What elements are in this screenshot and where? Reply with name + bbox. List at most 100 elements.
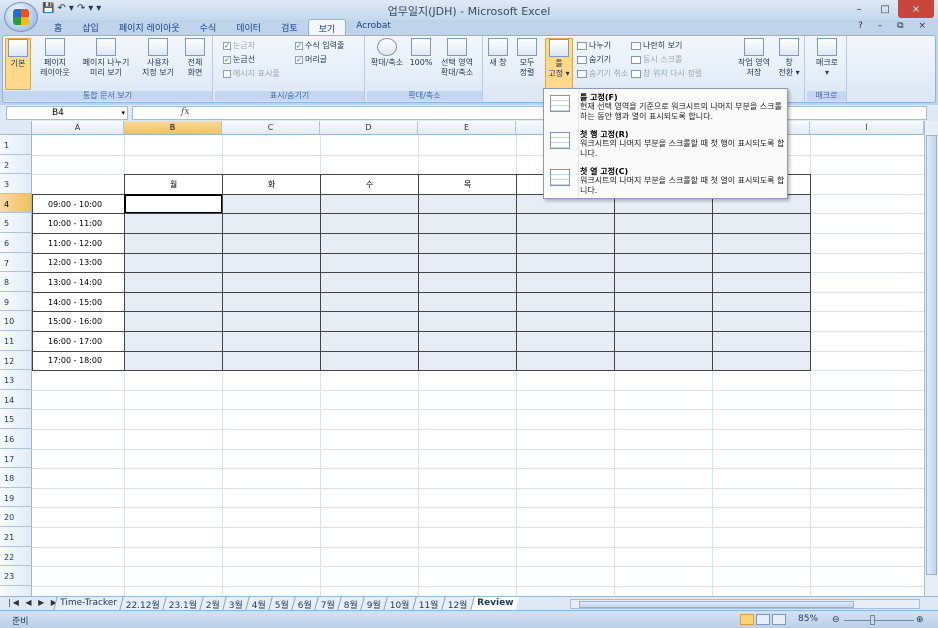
tab-page-layout[interactable]: 페이지 레이아웃 <box>109 19 190 35</box>
schedule-cell[interactable] <box>222 291 321 313</box>
row-header[interactable]: 3 <box>0 174 32 194</box>
schedule-cell[interactable] <box>418 252 517 274</box>
tab-review[interactable]: 검토 <box>271 19 308 35</box>
chevron-down-icon[interactable]: ▾ <box>121 107 125 119</box>
macros-button[interactable]: 매크로 ▾ <box>811 38 843 78</box>
schedule-cell[interactable] <box>712 233 811 254</box>
schedule-cell[interactable] <box>320 233 419 254</box>
schedule-cell[interactable] <box>124 350 223 372</box>
schedule-cell[interactable] <box>516 213 615 234</box>
schedule-cell[interactable] <box>516 252 615 274</box>
row-header[interactable]: 22 <box>0 546 32 567</box>
row-header[interactable]: 18 <box>0 468 32 488</box>
function-icon[interactable]: fx <box>181 107 189 117</box>
custom-views-button[interactable]: 사용자 지정 보기 <box>139 38 177 78</box>
normal-view-icon[interactable] <box>740 614 754 625</box>
tab-view[interactable]: 보기 <box>307 19 347 35</box>
schedule-cell[interactable] <box>516 291 615 313</box>
switch-windows-button[interactable]: 창 전환 ▾ <box>775 38 803 78</box>
zoom-button[interactable]: 확대/축소 <box>369 38 405 68</box>
row-header[interactable]: 8 <box>0 272 32 292</box>
time-slot-cell[interactable]: 14:00 - 15:00 <box>32 291 125 313</box>
row-header[interactable]: 13 <box>0 370 32 390</box>
row-header[interactable]: 2 <box>0 154 32 175</box>
schedule-cell[interactable] <box>614 233 713 254</box>
row-header[interactable]: 4 <box>0 193 32 214</box>
schedule-cell[interactable] <box>222 252 321 274</box>
schedule-cell[interactable] <box>418 311 517 332</box>
day-header-cell[interactable]: 목 <box>418 174 517 195</box>
page-break-preview-button[interactable]: 페이지 나누기 미리 보기 <box>77 38 135 78</box>
row-header[interactable]: 21 <box>0 527 32 547</box>
schedule-cell[interactable] <box>124 331 223 352</box>
time-slot-cell[interactable]: 13:00 - 14:00 <box>32 272 125 293</box>
schedule-cell[interactable] <box>222 193 321 215</box>
schedule-cell[interactable] <box>418 291 517 313</box>
page-layout-view-button[interactable]: 페이지 레이아웃 <box>37 38 73 78</box>
schedule-cell[interactable] <box>712 252 811 274</box>
schedule-cell[interactable] <box>124 252 223 274</box>
split-button[interactable]: 나누기 <box>577 40 611 51</box>
row-header[interactable]: 6 <box>0 233 32 253</box>
formula-bar-checkbox[interactable]: ✓ 수식 입력줄 <box>295 40 344 51</box>
full-screen-button[interactable]: 전체 화면 <box>181 38 209 78</box>
time-slot-cell[interactable]: 16:00 - 17:00 <box>32 331 125 352</box>
time-slot-cell[interactable]: 09:00 - 10:00 <box>32 193 125 215</box>
column-header[interactable]: A <box>32 121 124 135</box>
sync-scroll-button[interactable]: 동시 스크롤 <box>631 54 682 65</box>
schedule-cell[interactable] <box>320 291 419 313</box>
sheet-tab[interactable]: 11월 <box>412 597 445 611</box>
zoom-slider[interactable]: ⊖ ⊕ <box>832 615 932 625</box>
schedule-cell[interactable] <box>222 311 321 332</box>
schedule-cell[interactable] <box>222 331 321 352</box>
sheet-tab[interactable]: 12월 <box>441 597 474 611</box>
tab-data[interactable]: 데이터 <box>226 19 271 35</box>
schedule-cell[interactable] <box>222 233 321 254</box>
schedule-cell[interactable] <box>516 272 615 293</box>
active-cell[interactable] <box>124 193 223 215</box>
row-header[interactable]: 10 <box>0 311 32 331</box>
freeze-panes-button[interactable]: 틀 고정 ▾ <box>545 38 573 90</box>
name-box[interactable]: B4 ▾ <box>6 106 128 120</box>
formula-input[interactable]: fx <box>132 106 927 120</box>
row-header[interactable]: 14 <box>0 389 32 410</box>
schedule-cell[interactable] <box>124 291 223 313</box>
schedule-cell[interactable] <box>712 331 811 352</box>
schedule-cell[interactable] <box>712 272 811 293</box>
column-header[interactable]: I <box>810 121 924 135</box>
schedule-cell[interactable] <box>222 272 321 293</box>
tab-insert[interactable]: 삽입 <box>72 19 109 35</box>
schedule-cell[interactable] <box>712 311 811 332</box>
schedule-cell[interactable] <box>516 311 615 332</box>
row-header[interactable]: 11 <box>0 331 32 351</box>
column-header[interactable]: B <box>124 121 222 135</box>
column-header[interactable]: C <box>222 121 320 135</box>
schedule-cell[interactable] <box>614 331 713 352</box>
schedule-cell[interactable] <box>124 213 223 234</box>
hide-button[interactable]: 숨기기 <box>577 54 611 65</box>
schedule-cell[interactable] <box>418 233 517 254</box>
sheet-tab[interactable]: Review <box>469 597 519 610</box>
schedule-cell[interactable] <box>418 331 517 352</box>
schedule-cell[interactable] <box>418 350 517 372</box>
new-window-button[interactable]: 새 창 <box>487 38 509 68</box>
tab-formulas[interactable]: 수식 <box>190 19 227 35</box>
schedule-cell[interactable] <box>418 272 517 293</box>
schedule-cell[interactable] <box>418 193 517 215</box>
schedule-cell[interactable] <box>320 350 419 372</box>
page-break-view-icon[interactable] <box>772 614 786 625</box>
schedule-cell[interactable] <box>516 350 615 372</box>
zoom-100-button[interactable]: 100% <box>409 38 433 68</box>
zoom-out-icon[interactable]: ⊖ <box>832 615 840 625</box>
schedule-cell[interactable] <box>320 311 419 332</box>
day-header-cell[interactable]: 화 <box>222 174 321 195</box>
schedule-cell[interactable] <box>320 193 419 215</box>
unhide-button[interactable]: 숨기기 취소 <box>577 68 628 79</box>
message-bar-checkbox[interactable]: 메시지 표시줄 <box>223 68 280 79</box>
time-slot-cell[interactable]: 15:00 - 16:00 <box>32 311 125 332</box>
schedule-cell[interactable] <box>418 213 517 234</box>
row-header[interactable]: 16 <box>0 429 32 449</box>
row-header[interactable]: 1 <box>0 135 32 155</box>
sheet-tab[interactable]: 22.12월 <box>119 597 166 611</box>
help-controls[interactable]: ? – ⧉ × <box>858 21 932 31</box>
